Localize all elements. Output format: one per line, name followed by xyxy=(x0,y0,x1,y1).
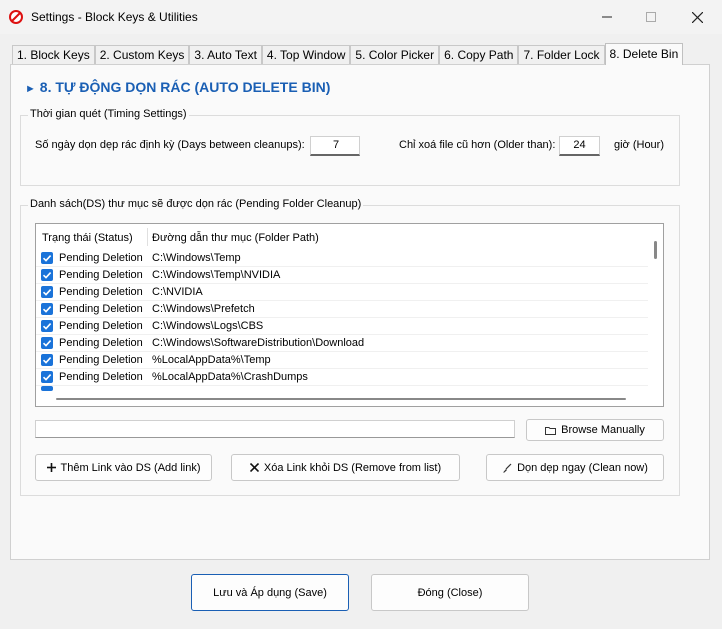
check-icon xyxy=(42,323,52,330)
tab-auto-text[interactable]: 3. Auto Text xyxy=(189,45,262,65)
pending-group-label: Danh sách(DS) thư mục sẽ được dọn rác (P… xyxy=(28,198,364,210)
table-row[interactable]: Pending Deletion C:\Windows\Temp xyxy=(36,249,648,267)
row-path: %LocalAppData%\Temp xyxy=(152,354,271,366)
vertical-scrollbar[interactable] xyxy=(648,224,663,406)
close-label: Đóng (Close) xyxy=(417,586,483,599)
row-path: C:\Windows\Logs\CBS xyxy=(152,320,264,332)
check-icon xyxy=(42,374,52,381)
row-checkbox[interactable] xyxy=(41,269,53,281)
tab-block-keys[interactable]: 1. Block Keys xyxy=(12,45,95,65)
folder-list[interactable]: Trạng thái (Status) Đường dẫn thư mục (F… xyxy=(35,223,664,407)
tab-custom-keys[interactable]: 2. Custom Keys xyxy=(94,45,190,65)
clean-now-label: Dọn dẹp ngay (Clean now) xyxy=(517,461,648,474)
table-row[interactable]: Pending Deletion %LocalAppData%\CrashDum… xyxy=(36,368,648,386)
vertical-scroll-thumb[interactable] xyxy=(654,241,657,259)
row-status: Pending Deletion xyxy=(59,371,143,383)
row-status: Pending Deletion xyxy=(59,354,143,366)
minimize-icon xyxy=(602,16,612,18)
folder-path-input[interactable] xyxy=(35,420,515,438)
section-marker: ► xyxy=(25,83,36,95)
check-icon xyxy=(42,357,52,364)
row-checkbox[interactable] xyxy=(41,354,53,366)
tab-copy-path[interactable]: 6. Copy Path xyxy=(439,45,519,65)
save-button[interactable]: Lưu và Áp dụng (Save) xyxy=(191,574,349,611)
minimize-button[interactable] xyxy=(584,0,630,34)
maximize-icon xyxy=(646,12,656,22)
check-icon xyxy=(42,289,52,296)
section-title: 8. TỰ ĐỘNG DỌN RÁC (AUTO DELETE BIN) xyxy=(39,79,331,95)
broom-icon xyxy=(502,463,512,473)
row-status: Pending Deletion xyxy=(59,252,143,264)
row-path: C:\Windows\SoftwareDistribution\Download xyxy=(152,337,365,349)
row-status: Pending Deletion xyxy=(59,337,143,349)
title-bar: Settings - Block Keys & Utilities xyxy=(0,0,722,34)
days-label: Số ngày dọn dẹp rác định kỳ (Days betwee… xyxy=(35,139,305,151)
prohibited-icon xyxy=(9,10,23,24)
check-icon xyxy=(42,306,52,313)
older-unit-label: giờ (Hour) xyxy=(614,139,664,151)
row-path: C:\Windows\Prefetch xyxy=(152,303,255,315)
section-heading: ► 8. TỰ ĐỘNG DỌN RÁC (AUTO DELETE BIN) xyxy=(25,79,330,95)
plus-icon xyxy=(46,463,56,472)
x-icon xyxy=(249,463,259,472)
table-row[interactable]: Pending Deletion C:\Windows\SoftwareDist… xyxy=(36,334,648,352)
add-link-button[interactable]: Thêm Link vào DS (Add link) xyxy=(35,454,212,481)
close-button[interactable]: Đóng (Close) xyxy=(371,574,529,611)
row-status: Pending Deletion xyxy=(59,303,143,315)
table-row[interactable]: Pending Deletion C:\Windows\Prefetch xyxy=(36,300,648,318)
check-icon xyxy=(42,255,52,262)
horizontal-scrollbar[interactable] xyxy=(36,391,648,406)
table-row[interactable]: Pending Deletion C:\Windows\Temp\NVIDIA xyxy=(36,266,648,284)
row-path: C:\Windows\Temp\NVIDIA xyxy=(152,269,281,281)
row-status: Pending Deletion xyxy=(59,320,143,332)
list-header: Trạng thái (Status) Đường dẫn thư mục (F… xyxy=(36,224,648,248)
timing-group-label: Thời gian quét (Timing Settings) xyxy=(28,108,189,120)
column-header-status[interactable]: Trạng thái (Status) xyxy=(42,232,133,244)
row-path: C:\NVIDIA xyxy=(152,286,203,298)
check-icon xyxy=(42,340,52,347)
row-path: %LocalAppData%\CrashDumps xyxy=(152,371,308,383)
close-window-button[interactable] xyxy=(674,0,720,34)
older-input[interactable]: 24 xyxy=(559,136,600,156)
row-checkbox[interactable] xyxy=(41,252,53,264)
table-row[interactable]: Pending Deletion C:\NVIDIA xyxy=(36,283,648,301)
browse-manually-button[interactable]: Browse Manually xyxy=(526,419,664,441)
column-divider[interactable] xyxy=(147,228,148,246)
clean-now-button[interactable]: Dọn dẹp ngay (Clean now) xyxy=(486,454,664,481)
add-link-label: Thêm Link vào DS (Add link) xyxy=(60,461,201,474)
window-title: Settings - Block Keys & Utilities xyxy=(31,10,198,24)
remove-link-button[interactable]: Xóa Link khỏi DS (Remove from list) xyxy=(231,454,460,481)
maximize-button[interactable] xyxy=(628,0,674,34)
row-status: Pending Deletion xyxy=(59,269,143,281)
row-status: Pending Deletion xyxy=(59,286,143,298)
row-checkbox[interactable] xyxy=(41,303,53,315)
horizontal-scroll-thumb[interactable] xyxy=(56,398,626,400)
column-header-path[interactable]: Đường dẫn thư mục (Folder Path) xyxy=(152,232,319,244)
table-row[interactable]: Pending Deletion C:\Windows\Logs\CBS xyxy=(36,317,648,335)
days-input[interactable]: 7 xyxy=(310,136,360,156)
save-label: Lưu và Áp dụng (Save) xyxy=(213,586,327,599)
row-checkbox[interactable] xyxy=(41,286,53,298)
row-checkbox[interactable] xyxy=(41,320,53,332)
row-path: C:\Windows\Temp xyxy=(152,252,241,264)
row-checkbox[interactable] xyxy=(41,371,53,383)
older-label: Chỉ xoá file cũ hơn (Older than): xyxy=(399,139,556,151)
tab-strip: 1. Block Keys 2. Custom Keys 3. Auto Tex… xyxy=(12,43,684,65)
row-checkbox[interactable] xyxy=(41,337,53,349)
close-icon xyxy=(691,11,703,23)
browse-manually-label: Browse Manually xyxy=(561,424,645,436)
tab-folder-lock[interactable]: 7. Folder Lock xyxy=(518,45,605,65)
tab-top-window[interactable]: 4. Top Window xyxy=(261,45,351,65)
table-row[interactable]: Pending Deletion %LocalAppData%\Temp xyxy=(36,351,648,369)
check-icon xyxy=(42,272,52,279)
folder-icon xyxy=(545,426,557,435)
tab-delete-bin[interactable]: 8. Delete Bin xyxy=(604,43,684,65)
tab-color-picker[interactable]: 5. Color Picker xyxy=(350,45,440,65)
remove-link-label: Xóa Link khỏi DS (Remove from list) xyxy=(263,461,442,474)
